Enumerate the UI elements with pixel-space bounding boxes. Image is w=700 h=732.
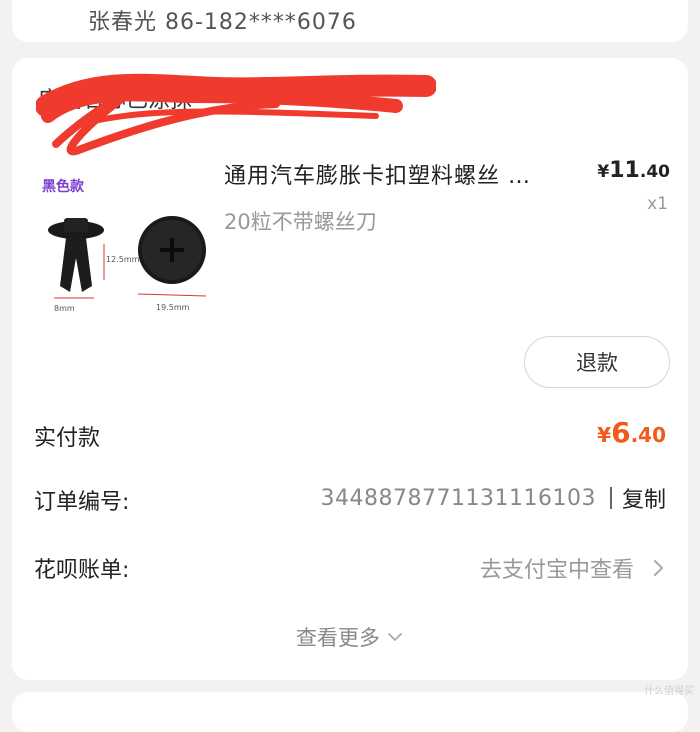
product-price: ¥11.40 — [597, 158, 670, 183]
paid-symbol: ¥ — [597, 423, 612, 447]
price-decimal: .40 — [639, 162, 670, 182]
dim-b-label: 8mm — [54, 304, 75, 313]
dim-c-label: 19.5mm — [156, 303, 190, 312]
product-spec: 20粒不带螺丝刀 — [224, 210, 377, 234]
chevron-right-icon — [654, 560, 663, 576]
address-card: 张春光 86-182****6076 — [12, 0, 688, 42]
product-image[interactable]: 黑色款 8mm 12.5mm 19.5mm — [34, 168, 214, 348]
next-card — [12, 692, 688, 732]
order-number-row: 3448878771131116103 复制 — [321, 482, 666, 514]
huabei-label: 花呗账单: — [34, 558, 130, 583]
product-quantity: x1 — [647, 194, 668, 214]
price-symbol: ¥ — [597, 162, 610, 182]
price-integer: 11 — [609, 158, 640, 183]
product-title[interactable]: 通用汽车膨胀卡扣塑料螺丝 … — [224, 158, 584, 190]
huabei-link[interactable]: 去支付宝中查看 — [480, 552, 634, 584]
order-card: 店铺名称已涂抹 黑色款 8mm 12.5mm 19.5mm 通用汽车膨胀卡扣塑料… — [12, 58, 688, 680]
view-more-label: 查看更多 — [296, 626, 380, 650]
redaction-scribble — [36, 73, 436, 156]
refund-button[interactable]: 退款 — [524, 336, 670, 388]
paid-label: 实付款 — [34, 426, 101, 451]
chevron-down-icon — [388, 633, 402, 641]
order-number-value: 3448878771131116103 — [320, 485, 596, 511]
contact-info: 张春光 86-182****6076 — [88, 10, 357, 35]
paid-amount: ¥6.40 — [597, 416, 666, 449]
view-more-button[interactable]: 查看更多 — [12, 622, 688, 652]
watermark: 什么值得买 — [644, 686, 694, 697]
variant-tag: 黑色款 — [42, 179, 84, 195]
divider — [609, 487, 612, 509]
huabei-link-row[interactable]: 去支付宝中查看 — [480, 552, 668, 584]
order-number-label: 订单编号: — [34, 490, 130, 515]
copy-button[interactable]: 复制 — [622, 482, 666, 514]
dim-a-label: 12.5mm — [106, 255, 140, 264]
paid-decimal: .40 — [630, 423, 666, 447]
paid-integer: 6 — [611, 416, 631, 449]
